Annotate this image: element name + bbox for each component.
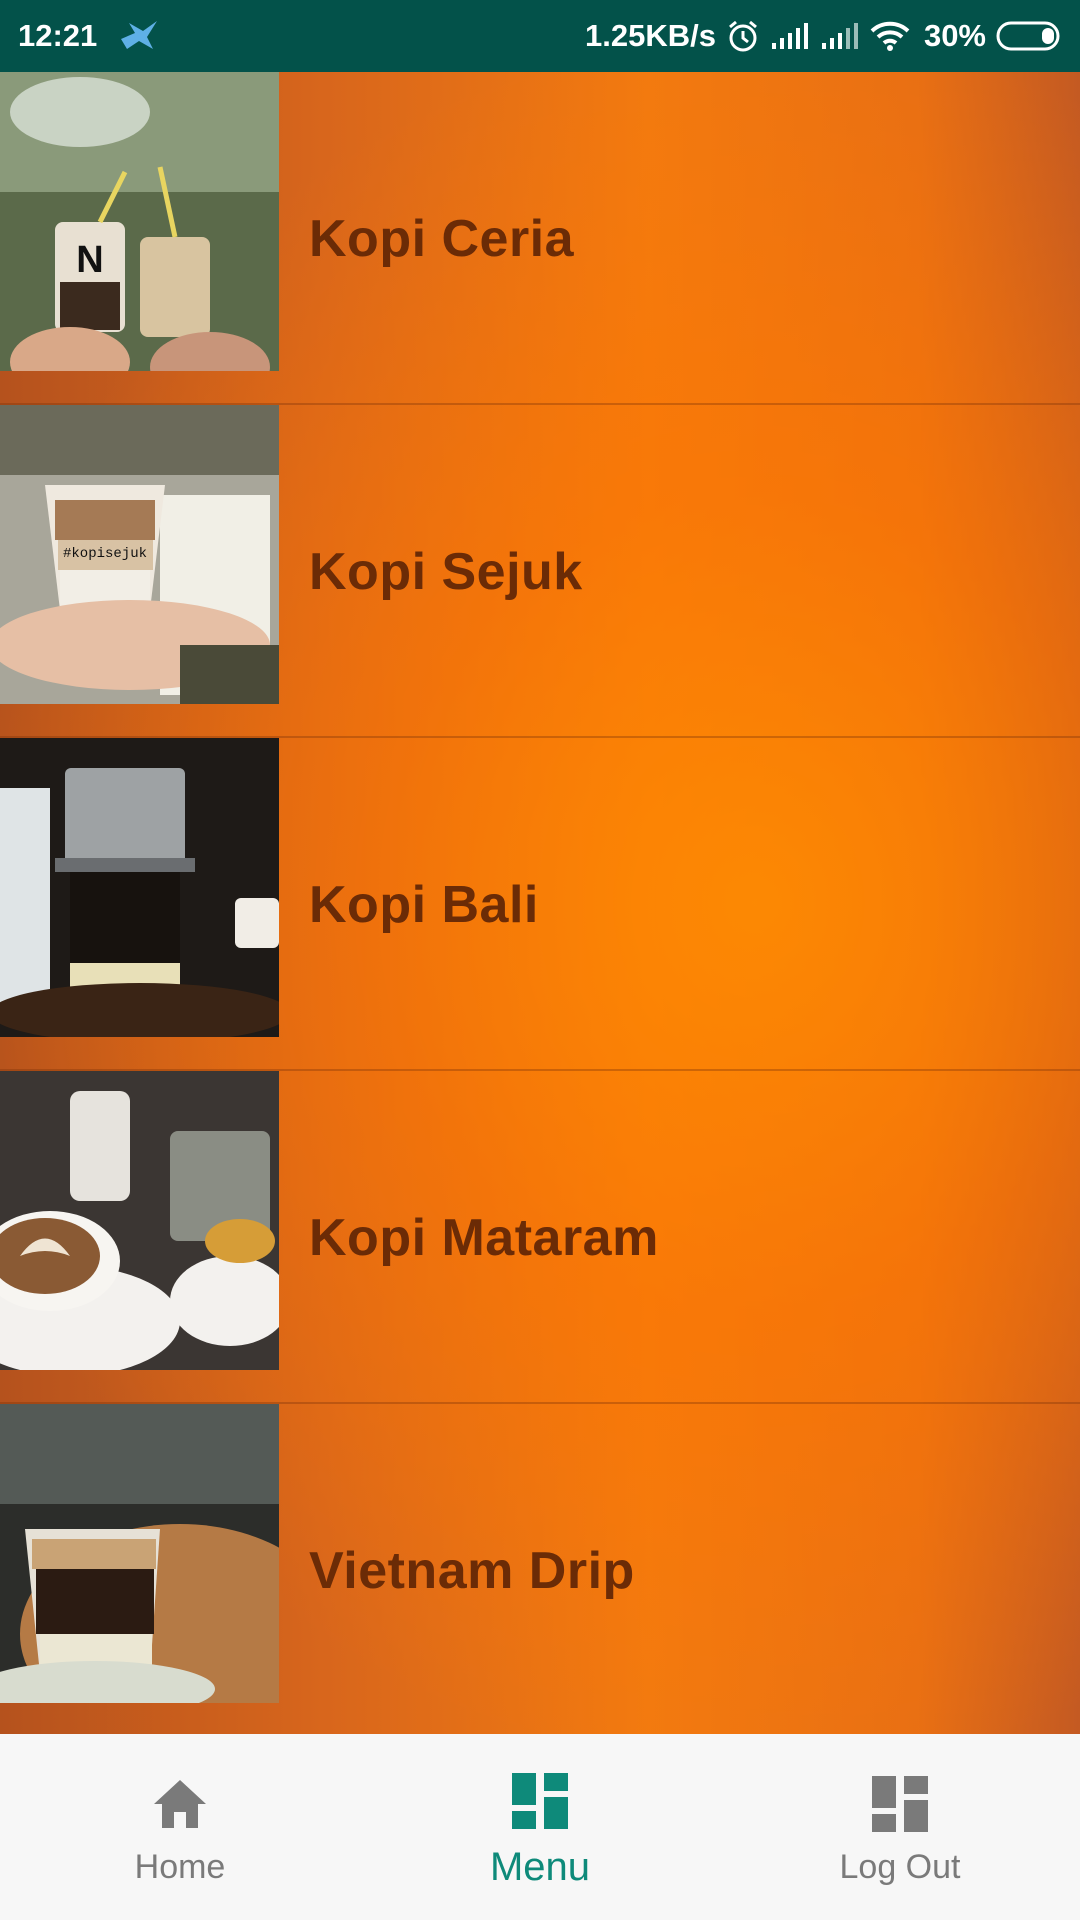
svg-text:#kopisejuk: #kopisejuk: [63, 546, 147, 562]
bottom-navigation: Home Menu Log Out: [0, 1734, 1080, 1920]
alarm-icon: [726, 19, 760, 53]
menu-item-kopi-mataram[interactable]: Kopi Mataram: [0, 1071, 1080, 1404]
vietnam-drip-glass-photo: [0, 1404, 279, 1703]
network-speed: 1.25KB/s: [584, 18, 716, 53]
dashboard-icon: [872, 1775, 928, 1832]
battery-icon: [996, 20, 1062, 52]
layered-iced-coffee-photo: #kopisejuk: [0, 405, 279, 704]
menu-item-label: Kopi Mataram: [309, 1208, 659, 1267]
menu-item-label: Kopi Bali: [309, 875, 539, 934]
status-bar: 12:21 1.25KB/s 30%: [0, 0, 1080, 72]
coffee-menu-list: N Kopi Ceria #kopisejuk Kopi Sejuk Kopi …: [0, 72, 1080, 1734]
wifi-icon: [870, 20, 910, 52]
nav-logout[interactable]: Log Out: [720, 1734, 1080, 1920]
nav-home[interactable]: Home: [0, 1734, 360, 1920]
drip-coffee-filter-photo: [0, 738, 279, 1037]
menu-item-kopi-sejuk[interactable]: #kopisejuk Kopi Sejuk: [0, 405, 1080, 738]
dashboard-icon: [512, 1772, 568, 1829]
nav-menu-label: Menu: [489, 1844, 591, 1889]
signal-icon: [770, 21, 810, 51]
iced-coffee-cups-photo: N: [0, 72, 279, 371]
menu-item-label: Kopi Ceria: [309, 209, 575, 268]
bird-notification-icon: [119, 19, 159, 53]
nav-home-label: Home: [134, 1847, 226, 1886]
svg-text:N: N: [76, 239, 103, 281]
nav-menu[interactable]: Menu: [360, 1734, 720, 1920]
latte-art-cup-photo: [0, 1071, 279, 1370]
signal-icon-2: [820, 21, 860, 51]
menu-item-vietnam-drip[interactable]: Vietnam Drip: [0, 1404, 1080, 1734]
menu-item-kopi-ceria[interactable]: N Kopi Ceria: [0, 72, 1080, 405]
battery-percent: 30%: [923, 18, 986, 53]
home-icon: [154, 1779, 206, 1828]
status-time: 12:21: [18, 18, 98, 53]
menu-item-kopi-bali[interactable]: Kopi Bali: [0, 738, 1080, 1071]
menu-item-label: Kopi Sejuk: [309, 542, 583, 601]
nav-logout-label: Log Out: [839, 1847, 961, 1886]
menu-item-label: Vietnam Drip: [309, 1541, 635, 1600]
